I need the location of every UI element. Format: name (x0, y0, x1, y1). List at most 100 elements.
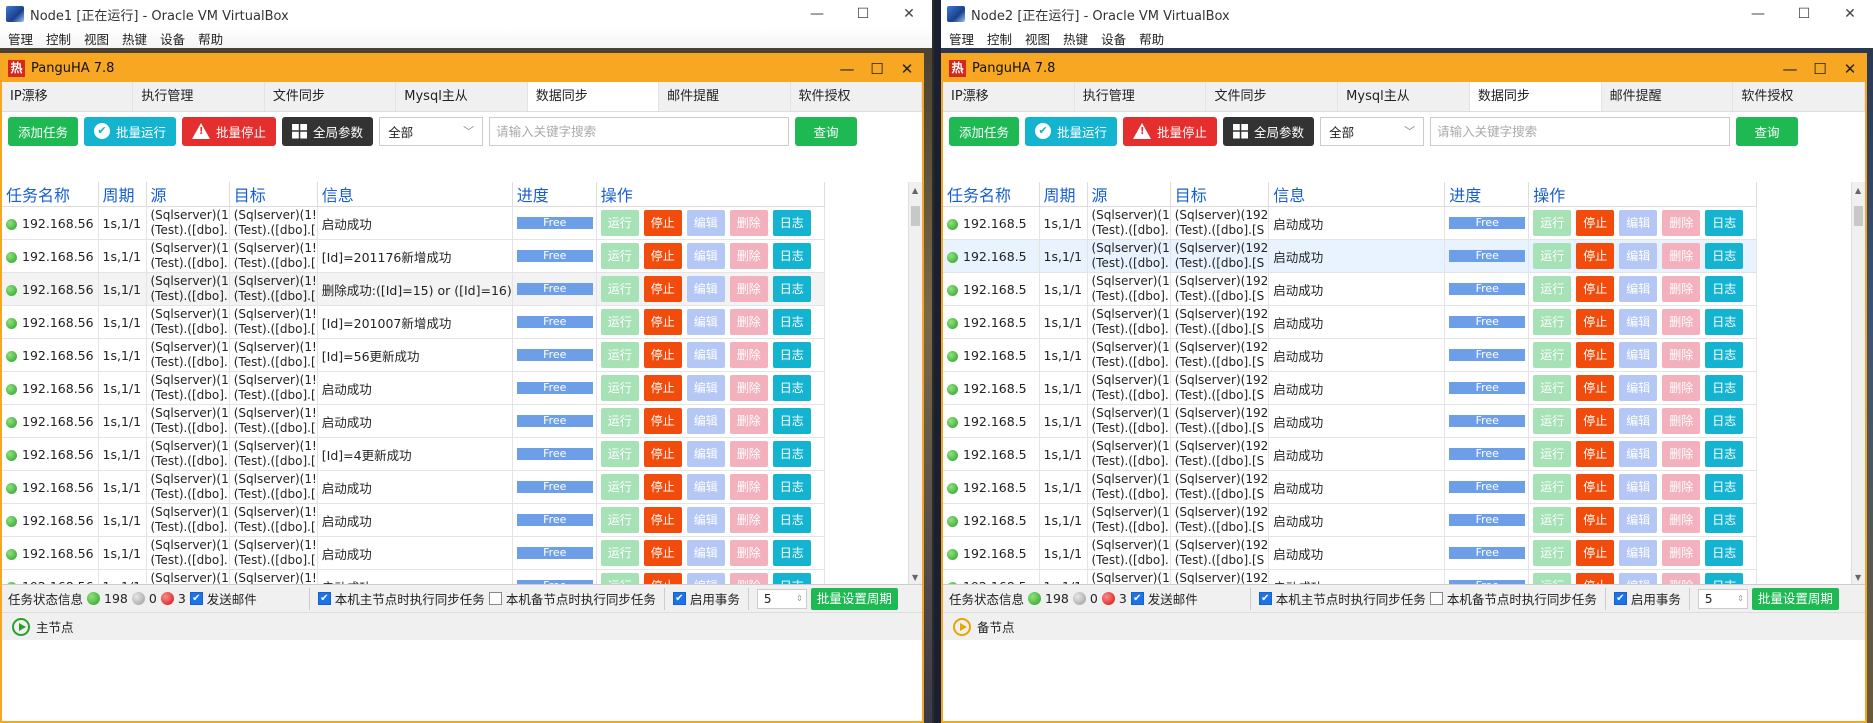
table-row[interactable]: 192.168.56 1s,1/1 (Sqlserver)(1(Test).([… (2, 470, 825, 504)
edit-button[interactable]: 编辑 (686, 342, 725, 368)
column-header[interactable]: 源 (146, 182, 230, 207)
tab[interactable]: 邮件提醒 (1602, 82, 1734, 111)
query-button[interactable]: 查询 (795, 116, 858, 146)
tab[interactable]: Mysql主从 (396, 82, 528, 111)
edit-button[interactable]: 编辑 (1619, 309, 1658, 335)
delete-button[interactable]: 删除 (729, 507, 768, 533)
menu-item[interactable]: 设备 (160, 29, 185, 48)
delete-button[interactable]: 删除 (729, 573, 768, 584)
minimize-icon[interactable]: — (1735, 6, 1781, 22)
stop-button[interactable]: 停止 (643, 309, 682, 335)
menu-item[interactable]: 热键 (1063, 29, 1088, 48)
log-button[interactable]: 日志 (772, 309, 811, 335)
delete-button[interactable]: 删除 (1662, 441, 1701, 467)
edit-button[interactable]: 编辑 (1619, 573, 1658, 584)
menu-item[interactable]: 管理 (8, 29, 33, 48)
log-button[interactable]: 日志 (1705, 474, 1744, 500)
search-input[interactable] (489, 116, 790, 146)
batch-stop-button[interactable]: 批量停止 (1123, 116, 1218, 146)
edit-button[interactable]: 编辑 (1619, 474, 1658, 500)
close-icon[interactable]: ✕ (1827, 6, 1873, 22)
run-button[interactable]: 运行 (600, 441, 639, 467)
delete-button[interactable]: 删除 (1662, 243, 1701, 269)
run-button[interactable]: 运行 (600, 507, 639, 533)
stop-button[interactable]: 停止 (1576, 441, 1615, 467)
run-button[interactable]: 运行 (1533, 309, 1572, 335)
master-exec-checkbox[interactable]: ✔ (1258, 592, 1272, 605)
delete-button[interactable]: 删除 (1662, 474, 1701, 500)
edit-button[interactable]: 编辑 (1619, 540, 1658, 566)
query-button[interactable]: 查询 (1736, 116, 1799, 146)
run-button[interactable]: 运行 (600, 474, 639, 500)
stop-button[interactable]: 停止 (643, 276, 682, 302)
stop-button[interactable]: 停止 (1576, 309, 1615, 335)
transaction-checkbox[interactable]: ✔ (672, 592, 686, 605)
log-button[interactable]: 日志 (772, 540, 811, 566)
run-button[interactable]: 运行 (600, 342, 639, 368)
column-header[interactable]: 任务名称 (943, 182, 1040, 207)
delete-button[interactable]: 删除 (729, 474, 768, 500)
filter-select[interactable]: 全部 ﹀ (379, 116, 484, 146)
log-button[interactable]: 日志 (772, 375, 811, 401)
close-icon[interactable]: ✕ (886, 6, 932, 22)
column-header[interactable]: 周期 (98, 182, 147, 207)
tab[interactable]: IP漂移 (2, 82, 134, 111)
stop-button[interactable]: 停止 (1576, 507, 1615, 533)
maximize-icon[interactable]: ☐ (840, 6, 886, 22)
edit-button[interactable]: 编辑 (686, 441, 725, 467)
log-button[interactable]: 日志 (1705, 573, 1744, 584)
log-button[interactable]: 日志 (772, 573, 811, 584)
tab[interactable]: 执行管理 (133, 82, 265, 111)
stop-button[interactable]: 停止 (1576, 408, 1615, 434)
table-row[interactable]: 192.168.5 1s,1/1 (Sqlserver)(1(Test).([d… (943, 569, 1758, 584)
maximize-icon[interactable]: ☐ (862, 60, 892, 78)
scroll-down-icon[interactable]: ▼ (912, 573, 918, 582)
delete-button[interactable]: 删除 (729, 441, 768, 467)
log-button[interactable]: 日志 (772, 507, 811, 533)
delete-button[interactable]: 删除 (729, 408, 768, 434)
log-button[interactable]: 日志 (1705, 540, 1744, 566)
stop-button[interactable]: 停止 (643, 243, 682, 269)
add-task-button[interactable]: 添加任务 (8, 116, 79, 146)
batch-period-button[interactable]: 批量设置周期 (810, 587, 898, 610)
tab[interactable]: Mysql主从 (1338, 82, 1470, 111)
send-mail-checkbox[interactable]: ✔ (1130, 592, 1144, 605)
edit-button[interactable]: 编辑 (686, 276, 725, 302)
column-header[interactable]: 操作 (596, 182, 825, 207)
batch-stop-button[interactable]: 批量停止 (182, 116, 277, 146)
batch-run-button[interactable]: ✔ 批量运行 (84, 116, 177, 146)
column-header[interactable]: 进度 (512, 182, 597, 207)
run-button[interactable]: 运行 (600, 210, 639, 236)
edit-button[interactable]: 编辑 (1619, 441, 1658, 467)
log-button[interactable]: 日志 (772, 441, 811, 467)
stop-button[interactable]: 停止 (1576, 276, 1615, 302)
delete-button[interactable]: 删除 (729, 276, 768, 302)
log-button[interactable]: 日志 (1705, 309, 1744, 335)
table-row[interactable]: 192.168.5 1s,1/1 (Sqlserver)(1(Test).([d… (943, 239, 1758, 273)
delete-button[interactable]: 删除 (1662, 573, 1701, 584)
tab[interactable]: 文件同步 (265, 82, 397, 111)
edit-button[interactable]: 编辑 (686, 210, 725, 236)
edit-button[interactable]: 编辑 (686, 309, 725, 335)
delete-button[interactable]: 删除 (729, 342, 768, 368)
batch-period-button[interactable]: 批量设置周期 (1751, 587, 1839, 610)
stop-button[interactable]: 停止 (643, 408, 682, 434)
delete-button[interactable]: 删除 (1662, 342, 1701, 368)
stop-button[interactable]: 停止 (1576, 474, 1615, 500)
stop-button[interactable]: 停止 (643, 342, 682, 368)
table-row[interactable]: 192.168.56 1s,1/1 (Sqlserver)(1(Test).([… (2, 404, 825, 438)
run-button[interactable]: 运行 (1533, 408, 1572, 434)
stop-button[interactable]: 停止 (643, 540, 682, 566)
delete-button[interactable]: 删除 (729, 309, 768, 335)
log-button[interactable]: 日志 (772, 474, 811, 500)
maximize-icon[interactable]: ☐ (1805, 60, 1835, 78)
tab[interactable]: 数据同步 (1469, 82, 1602, 111)
global-params-button[interactable]: 全局参数 (1223, 116, 1315, 146)
log-button[interactable]: 日志 (1705, 441, 1744, 467)
run-button[interactable]: 运行 (600, 309, 639, 335)
maximize-icon[interactable]: ☐ (1781, 6, 1827, 22)
edit-button[interactable]: 编辑 (686, 573, 725, 584)
stop-button[interactable]: 停止 (1576, 540, 1615, 566)
period-stepper[interactable]: 5 ⇕ (1697, 588, 1748, 609)
column-header[interactable]: 任务名称 (2, 182, 99, 207)
